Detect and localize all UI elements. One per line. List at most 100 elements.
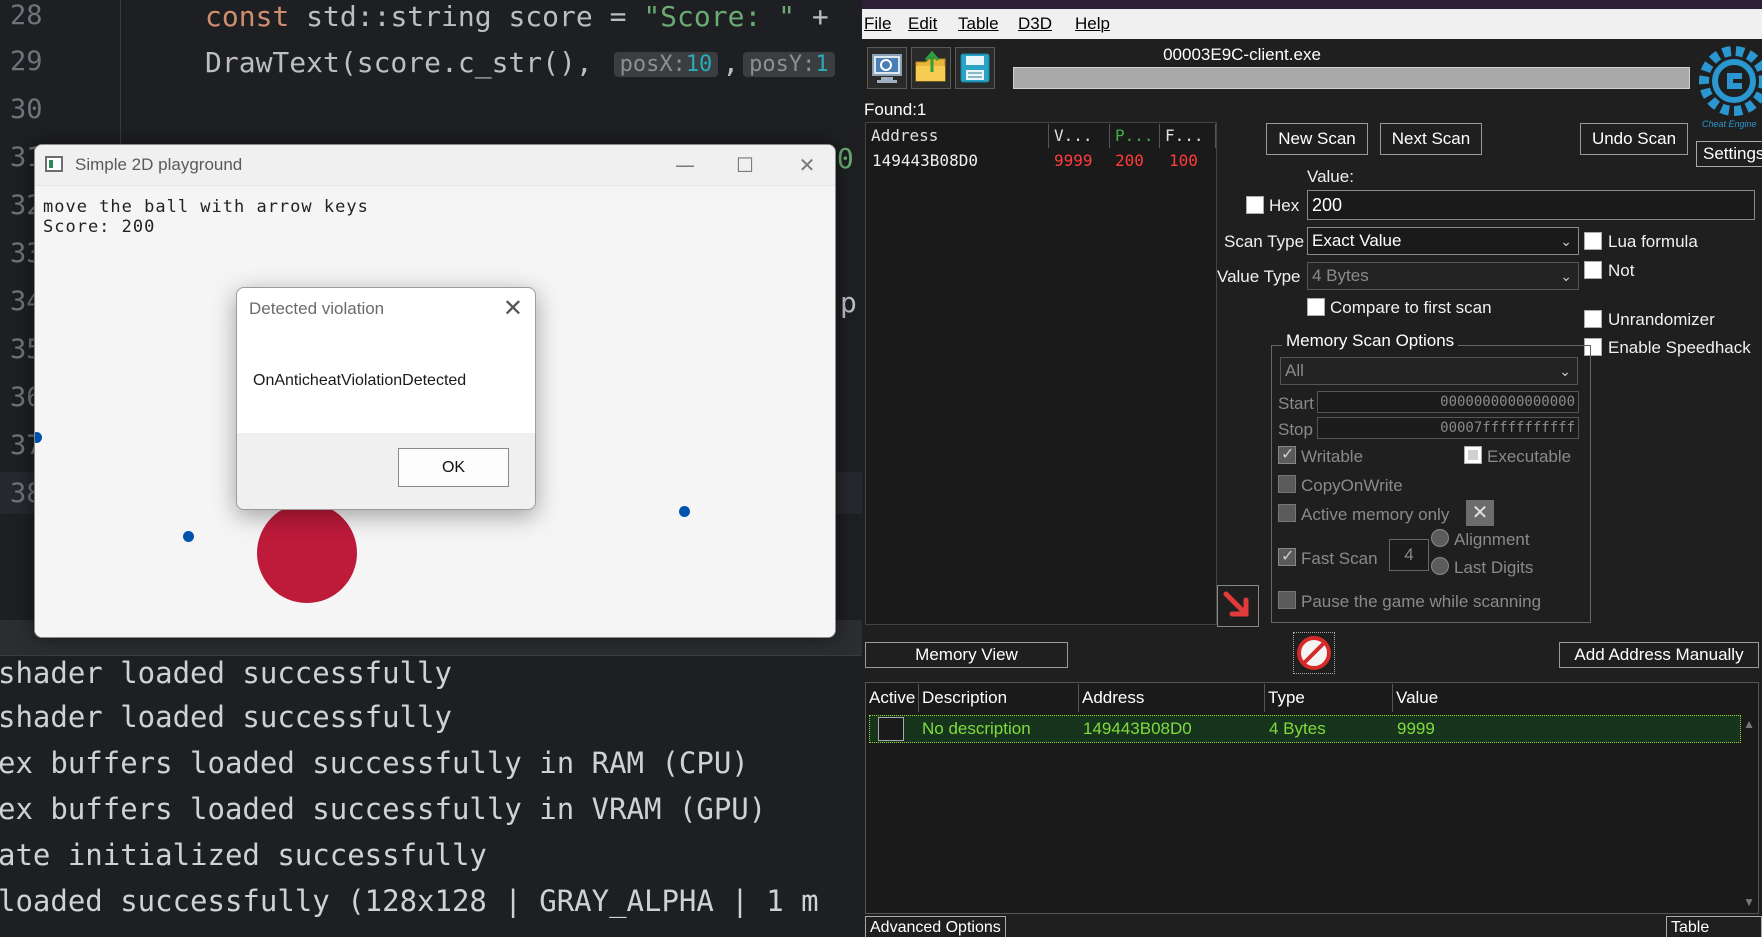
console-line: ex buffers loaded successfully in VRAM (… <box>0 792 767 826</box>
result-previous: 200 <box>1115 151 1144 170</box>
active-checkbox[interactable] <box>878 717 904 741</box>
blue-dot <box>679 506 690 517</box>
alignment-radio[interactable] <box>1431 529 1449 547</box>
blue-dot <box>35 432 42 443</box>
close-icon[interactable]: ✕ <box>503 294 523 322</box>
column-header-first[interactable]: F... <box>1160 124 1216 148</box>
code-text: + <box>795 0 829 33</box>
scan-type-label: Scan Type <box>1224 232 1305 251</box>
maximize-icon[interactable]: ☐ <box>725 151 765 179</box>
value-input[interactable] <box>1307 190 1755 220</box>
pause-game-checkbox[interactable] <box>1278 591 1296 609</box>
violation-dialog[interactable]: Detected violation ✕ OnAnticheatViolatio… <box>236 287 536 510</box>
hint-value: 10 <box>685 51 713 77</box>
param-hint-posx: posX:10 <box>613 51 719 77</box>
console-line: loaded successfully (128x128 | GRAY_ALPH… <box>0 884 819 918</box>
value-type-label: Value Type <box>1217 267 1301 286</box>
column-header-description[interactable]: Description <box>919 684 1079 712</box>
new-scan-button[interactable]: New Scan <box>1266 123 1368 155</box>
next-scan-button[interactable]: Next Scan <box>1380 123 1482 155</box>
memory-region-select[interactable]: All ⌄ <box>1280 357 1578 385</box>
select-process-button[interactable] <box>867 47 907 89</box>
process-name: 00003E9C-client.exe <box>1163 45 1321 64</box>
active-memory-checkbox[interactable] <box>1278 504 1296 522</box>
add-address-manually-button[interactable]: Add Address Manually <box>1559 642 1759 668</box>
scan-results-list[interactable]: Address V... P... F... 149443B08D0 9999 … <box>865 122 1217 625</box>
writable-label: Writable <box>1301 447 1364 466</box>
open-folder-icon <box>915 50 946 82</box>
code-text: std::string score = <box>289 0 644 33</box>
line-number: 28 <box>10 0 43 31</box>
console-line: ate initialized successfully <box>0 838 487 872</box>
run-console[interactable]: shader loaded successfully shader loaded… <box>0 655 862 937</box>
column-header-type[interactable]: Type <box>1265 684 1393 712</box>
unrandomizer-checkbox[interactable] <box>1584 310 1602 328</box>
menu-bar: File Edit Table D3D Help <box>862 9 1762 39</box>
table-row[interactable]: No description 149443B08D0 4 Bytes 9999 <box>869 715 1741 743</box>
save-disk-icon <box>960 53 990 83</box>
column-header-address[interactable]: Address <box>866 124 1049 148</box>
lua-formula-checkbox[interactable] <box>1584 232 1602 250</box>
chevron-down-icon: ⌄ <box>1560 268 1572 284</box>
menu-help[interactable]: Help <box>1075 14 1110 34</box>
fast-scan-checkbox[interactable] <box>1278 546 1296 566</box>
copy-on-write-checkbox[interactable] <box>1278 475 1296 493</box>
code-line-28: const std::string score = "Score: " + <box>205 0 829 33</box>
instructions-text: move the ball with arrow keys <box>43 197 369 217</box>
writable-checkbox[interactable] <box>1278 444 1296 464</box>
player-ball <box>257 503 357 603</box>
clear-list-button[interactable] <box>1293 632 1335 674</box>
stop-address-field[interactable]: 00007fffffffffff <box>1317 417 1579 439</box>
playground-titlebar[interactable]: Simple 2D playground — ☐ ✕ <box>35 145 835 186</box>
close-icon[interactable]: ✕ <box>1466 500 1494 526</box>
scan-progress-bar <box>1013 67 1690 89</box>
compare-first-label: Compare to first scan <box>1330 298 1492 317</box>
menu-edit[interactable]: Edit <box>908 14 937 34</box>
address-table[interactable]: Active Description Address Type Value No… <box>865 682 1759 914</box>
settings-button[interactable]: Settings <box>1696 141 1762 167</box>
bottom-bar: Advanced Options Table Extras <box>862 914 1762 937</box>
column-header-address[interactable]: Address <box>1079 684 1265 712</box>
column-header-previous[interactable]: P... <box>1110 124 1160 148</box>
not-checkbox[interactable] <box>1584 261 1602 279</box>
save-button[interactable] <box>955 47 995 89</box>
column-header-value[interactable]: V... <box>1049 124 1110 148</box>
hex-checkbox[interactable] <box>1246 196 1264 214</box>
scan-type-select[interactable]: Exact Value ⌄ <box>1307 227 1579 255</box>
compare-first-checkbox[interactable] <box>1307 298 1325 316</box>
table-extras-button[interactable]: Table Extras <box>1666 916 1762 937</box>
scroll-down-icon[interactable]: ▼ <box>1743 895 1755 909</box>
cheat-engine-window[interactable]: File Edit Table D3D Help 00003E9C-client… <box>862 0 1762 937</box>
scroll-up-icon[interactable]: ▲ <box>1743 717 1755 731</box>
dialog-title: Detected violation <box>249 299 385 318</box>
undo-scan-button[interactable]: Undo Scan <box>1580 123 1688 155</box>
result-value: 9999 <box>1054 151 1093 170</box>
executable-checkbox[interactable] <box>1464 446 1482 464</box>
fast-scan-value-input[interactable]: 4 <box>1389 539 1429 571</box>
start-label: Start <box>1278 394 1314 413</box>
column-header-value[interactable]: Value <box>1393 684 1758 712</box>
memory-view-button[interactable]: Memory View <box>865 642 1068 668</box>
last-digits-radio[interactable] <box>1431 557 1449 575</box>
value-label: Value: <box>1307 167 1354 186</box>
column-header-active[interactable]: Active <box>866 684 919 712</box>
advanced-options-button[interactable]: Advanced Options <box>865 916 1006 937</box>
chevron-down-icon: ⌄ <box>1559 363 1571 379</box>
minimize-icon[interactable]: — <box>665 151 705 179</box>
result-first: 100 <box>1169 151 1198 170</box>
menu-d3d[interactable]: D3D <box>1018 14 1052 34</box>
app-icon <box>45 156 63 172</box>
start-address-field[interactable]: 0000000000000000 <box>1317 391 1579 413</box>
menu-table[interactable]: Table <box>958 14 999 34</box>
found-count: Found:1 <box>864 100 927 119</box>
value-type-select[interactable]: 4 Bytes ⌄ <box>1307 262 1579 290</box>
close-icon[interactable]: ✕ <box>787 151 827 179</box>
add-to-list-button[interactable] <box>1217 585 1259 627</box>
code-text: DrawText(score.c_str(), <box>205 46 610 79</box>
ok-button[interactable]: OK <box>398 448 509 487</box>
menu-file[interactable]: File <box>864 14 891 34</box>
no-entry-icon <box>1297 636 1331 670</box>
logo-text: Cheat Engine <box>1702 119 1757 129</box>
open-file-button[interactable] <box>911 47 951 89</box>
cheat-engine-logo-icon[interactable]: Cheat Engine <box>1694 43 1762 133</box>
